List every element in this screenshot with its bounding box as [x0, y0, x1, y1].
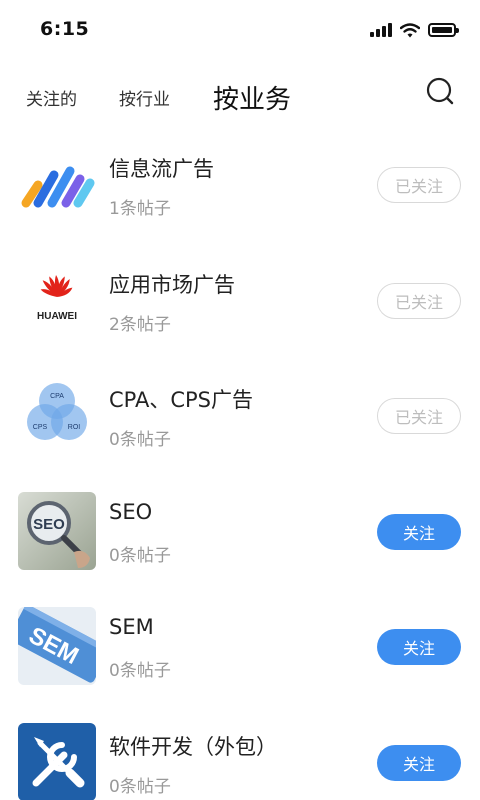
huawei-logo-icon: HUAWEI: [18, 261, 96, 339]
venn-label-cps: CPS: [33, 424, 48, 431]
venn-label-roi: ROI: [68, 424, 81, 431]
list-item[interactable]: HUAWEI 应用市场广告 2条帖子 已关注: [0, 253, 480, 369]
followed-button[interactable]: 已关注: [377, 167, 461, 203]
business-list: 信息流广告 1条帖子 已关注 HUAWEI 应用市场广告 2条帖子 已关注 CP…: [0, 137, 480, 800]
seo-logo-text: SEO: [33, 516, 65, 533]
huawei-logo-text: HUAWEI: [37, 311, 77, 322]
battery-icon: [428, 23, 459, 37]
item-title: SEO: [109, 499, 153, 524]
list-item[interactable]: CPA CPS ROI CPA、CPS广告 0条帖子 已关注: [0, 368, 480, 484]
list-item[interactable]: 信息流广告 1条帖子 已关注: [0, 137, 480, 253]
category-tabs: 关注的 按行业 按业务: [0, 72, 480, 128]
tab-by-industry[interactable]: 按行业: [119, 72, 170, 128]
status-icons: [370, 20, 459, 40]
item-post-count: 0条帖子: [109, 545, 171, 566]
search-button[interactable]: [422, 74, 458, 110]
follow-button[interactable]: 关注: [377, 629, 461, 665]
item-post-count: 0条帖子: [109, 430, 171, 450]
sem-key-photo-icon: SEM: [18, 607, 96, 685]
followed-button[interactable]: 已关注: [377, 398, 461, 434]
feed-ads-logo-icon: [18, 145, 96, 223]
status-time: 6:15: [40, 18, 90, 40]
list-item[interactable]: SEM SEM 0条帖子 关注: [0, 599, 480, 715]
item-title: 软件开发（外包）: [109, 734, 277, 759]
item-post-count: 0条帖子: [109, 776, 171, 797]
followed-button[interactable]: 已关注: [377, 282, 461, 319]
seo-magnifier-photo-icon: SEO: [18, 491, 96, 570]
tab-followed[interactable]: 关注的: [26, 72, 77, 128]
item-post-count: 0条帖子: [109, 661, 171, 681]
cpa-cps-roi-venn-icon: CPA CPS ROI: [18, 376, 96, 454]
item-post-count: 1条帖子: [109, 199, 171, 219]
search-icon: [426, 77, 454, 105]
list-item[interactable]: 软件开发（外包） 0条帖子 关注: [0, 715, 480, 800]
item-title: SEM: [109, 615, 154, 639]
item-post-count: 2条帖子: [109, 314, 171, 335]
item-title: CPA、CPS广告: [109, 388, 254, 412]
cellular-signal-icon: [370, 23, 392, 37]
item-title: 应用市场广告: [109, 272, 235, 297]
follow-button[interactable]: 关注: [377, 744, 461, 781]
tab-by-business[interactable]: 按业务: [213, 72, 291, 128]
venn-label-cpa: CPA: [50, 393, 64, 400]
wifi-icon: [400, 22, 420, 37]
item-title: 信息流广告: [109, 157, 214, 181]
list-item[interactable]: SEO SEO 0条帖子 关注: [0, 484, 480, 600]
status-bar: 6:15: [0, 0, 480, 58]
tools-wrench-screwdriver-icon: [18, 722, 96, 800]
follow-button[interactable]: 关注: [377, 513, 461, 550]
